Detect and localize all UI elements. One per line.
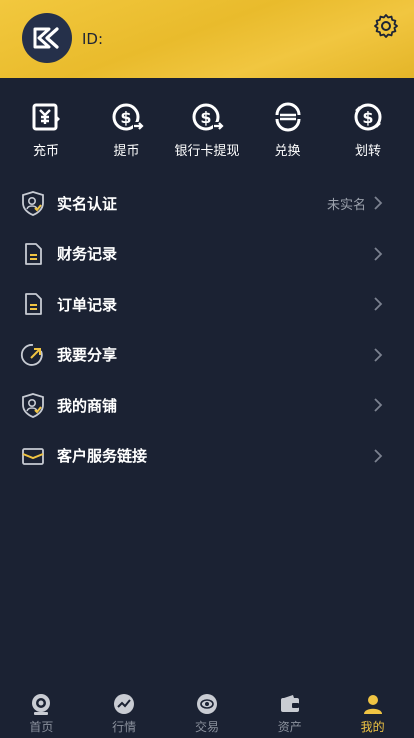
exchange-icon xyxy=(275,102,300,132)
tab-label: 资产 xyxy=(277,720,302,734)
shield-user-icon xyxy=(22,191,44,217)
market-icon xyxy=(114,694,135,714)
share-icon xyxy=(20,343,43,366)
tab-assets[interactable]: 资产 xyxy=(255,692,325,735)
settings-gear-icon[interactable] xyxy=(372,12,400,40)
menu-item-label: 订单记录 xyxy=(57,295,118,314)
bottom-tab-bar: 首页 行情 交易 资产 我的 xyxy=(0,686,414,738)
withdraw-label: 提币 xyxy=(113,144,140,159)
document-icon xyxy=(25,242,42,265)
menu-item-my-shop[interactable]: 我的商铺 xyxy=(0,380,414,431)
deposit-label: 充币 xyxy=(32,144,59,159)
menu-item-finance-records[interactable]: 财务记录 xyxy=(0,229,414,280)
brand-logo-icon xyxy=(33,27,59,49)
transfer-icon: $ xyxy=(354,103,382,131)
menu-item-verification[interactable]: 实名认证 未实名 xyxy=(0,178,414,229)
tab-label: 交易 xyxy=(194,720,219,734)
menu-item-label: 财务记录 xyxy=(57,245,118,264)
chevron-right-icon xyxy=(374,449,383,463)
user-id-label: ID: xyxy=(82,30,104,48)
wallet-icon xyxy=(280,695,299,712)
chevron-right-icon xyxy=(374,348,383,362)
chevron-right-icon xyxy=(374,398,383,412)
menu-item-label: 客户服务链接 xyxy=(57,447,148,466)
menu-item-customer-service[interactable]: 客户服务链接 xyxy=(0,431,414,482)
avatar[interactable] xyxy=(22,13,72,63)
menu-item-label: 我的商铺 xyxy=(57,396,118,415)
shop-shield-icon xyxy=(22,393,44,419)
menu-item-order-records[interactable]: 订单记录 xyxy=(0,279,414,330)
tab-home[interactable]: 首页 xyxy=(6,692,76,735)
tab-label: 首页 xyxy=(29,720,54,734)
quick-actions: 充币 $ 提币 $ 银行卡提现 兑换 $ 划转 xyxy=(0,100,414,164)
mail-icon xyxy=(22,447,44,465)
account-menu: 实名认证 未实名 财务记录 订单记录 我要分享 我的商铺 客户服务链接 xyxy=(0,178,414,481)
chevron-right-icon xyxy=(374,297,383,311)
svg-text:$: $ xyxy=(362,108,373,127)
svg-text:$: $ xyxy=(120,108,131,127)
withdraw-button[interactable]: $ 提币 xyxy=(89,100,165,164)
tab-label: 行情 xyxy=(112,720,137,734)
bank-withdraw-button[interactable]: $ 银行卡提现 xyxy=(169,100,245,164)
profile-header: ID: xyxy=(0,0,414,78)
tab-profile[interactable]: 我的 xyxy=(338,692,408,735)
chevron-right-icon xyxy=(374,196,383,210)
tab-label: 我的 xyxy=(360,720,385,734)
menu-item-label: 我要分享 xyxy=(57,346,118,365)
user-icon xyxy=(363,695,382,714)
menu-item-share[interactable]: 我要分享 xyxy=(0,330,414,381)
tab-trade[interactable]: 交易 xyxy=(172,692,242,735)
tab-market[interactable]: 行情 xyxy=(89,692,159,735)
svg-text:$: $ xyxy=(200,108,211,127)
document-icon xyxy=(25,293,42,316)
trade-icon xyxy=(196,694,217,714)
home-icon xyxy=(32,694,51,715)
exchange-label: 兑换 xyxy=(274,144,301,159)
bank-withdraw-label: 银行卡提现 xyxy=(174,144,240,159)
chevron-right-icon xyxy=(374,247,383,261)
transfer-label: 划转 xyxy=(354,144,381,159)
deposit-button[interactable]: 充币 xyxy=(8,100,84,164)
withdraw-icon: $ xyxy=(112,103,144,131)
menu-item-label: 实名认证 xyxy=(57,194,118,213)
transfer-button[interactable]: $ 划转 xyxy=(330,100,406,164)
deposit-icon xyxy=(32,103,60,131)
bank-withdraw-icon: $ xyxy=(192,103,224,131)
exchange-button[interactable]: 兑换 xyxy=(250,100,326,164)
verification-status: 未实名 xyxy=(326,197,366,213)
